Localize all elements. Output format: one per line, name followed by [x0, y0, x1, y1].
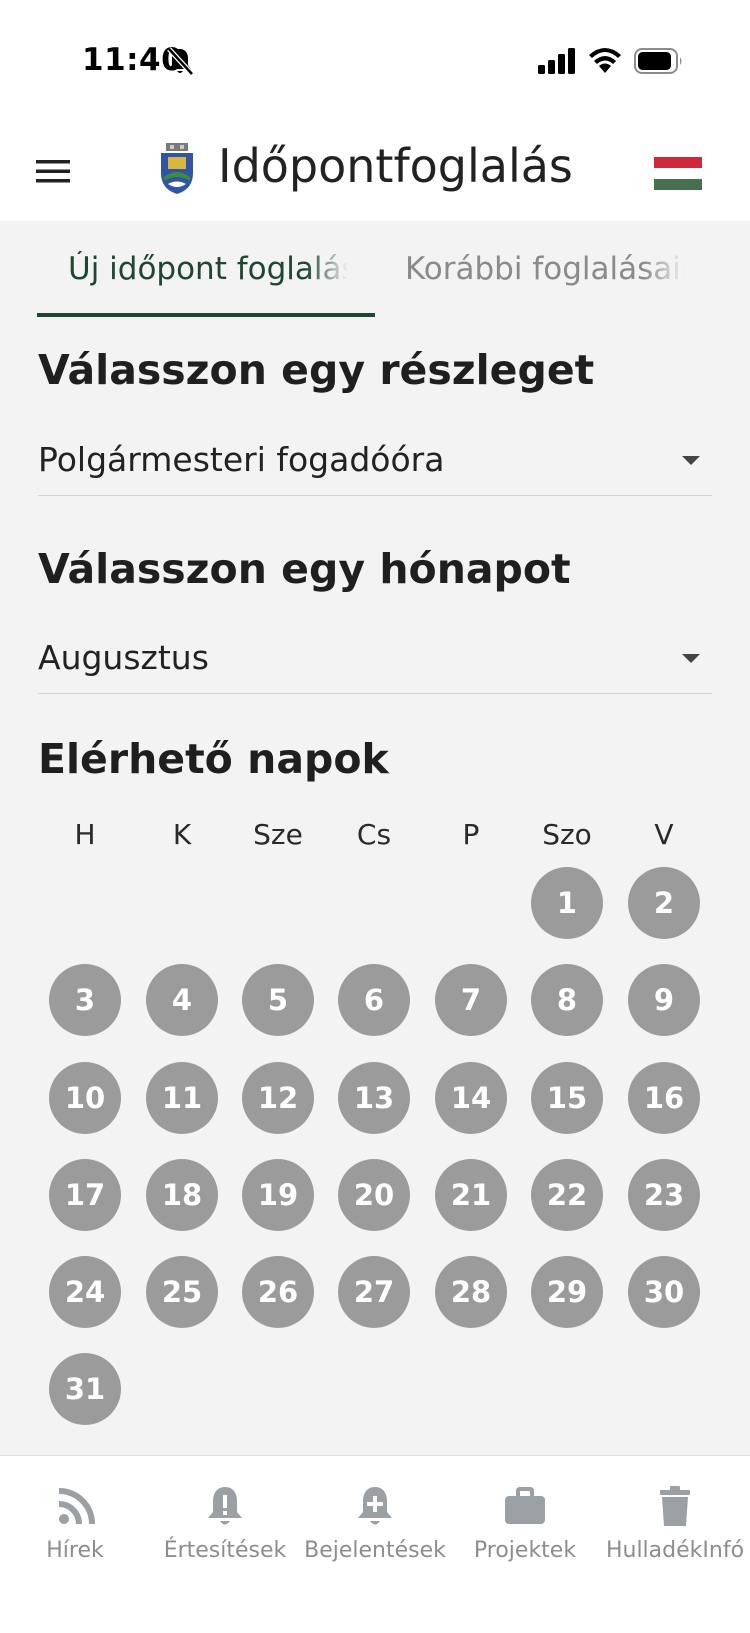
app-screen: 11:40 Időpontfoglalás Új időpont foglalá…: [0, 0, 750, 1633]
app-header: Időpontfoglalás: [0, 125, 750, 221]
tab-new-booking[interactable]: Új időpont foglalás: [68, 251, 348, 287]
wifi-icon: [589, 48, 621, 73]
hamburger-menu-icon[interactable]: [36, 157, 70, 185]
calendar-day[interactable]: 20: [338, 1159, 410, 1231]
calendar-day[interactable]: 24: [49, 1256, 121, 1328]
calendar-day[interactable]: 21: [435, 1159, 507, 1231]
calendar-day[interactable]: 14: [435, 1062, 507, 1134]
nav-label: Értesítések: [163, 1538, 287, 1563]
nav-label: HulladékInfó: [605, 1538, 745, 1563]
status-bar: 11:40: [0, 0, 750, 125]
department-heading: Válasszon egy részleget: [38, 346, 595, 394]
weekday-label: K: [172, 818, 192, 851]
cellular-signal-icon: [538, 48, 575, 74]
calendar-day[interactable]: 22: [531, 1159, 603, 1231]
department-selected-value: Polgármesteri fogadóóra: [38, 440, 445, 479]
battery-icon: [634, 48, 682, 74]
trash-icon: [660, 1486, 690, 1526]
hungarian-flag-icon[interactable]: [654, 157, 702, 190]
calendar-day[interactable]: 31: [49, 1353, 121, 1425]
nav-item-ertesitesek[interactable]: Értesítések: [150, 1456, 300, 1633]
weekday-label: H: [74, 818, 96, 851]
weekday-label: V: [654, 818, 674, 851]
calendar-day[interactable]: 18: [146, 1159, 218, 1231]
briefcase-icon: [505, 1487, 545, 1524]
dropdown-arrow-icon: [682, 456, 700, 465]
rss-icon: [58, 1488, 95, 1525]
calendar-day[interactable]: 28: [435, 1256, 507, 1328]
department-dropdown[interactable]: Polgármesteri fogadóóra: [38, 426, 712, 496]
calendar-day[interactable]: 7: [435, 964, 507, 1036]
calendar-day[interactable]: 8: [531, 964, 603, 1036]
nav-item-hulladekinfo[interactable]: HulladékInfó: [600, 1456, 750, 1633]
calendar-day[interactable]: 13: [338, 1062, 410, 1134]
nav-item-projektek[interactable]: Projektek: [450, 1456, 600, 1633]
calendar-day[interactable]: 25: [146, 1256, 218, 1328]
calendar-day[interactable]: 23: [628, 1159, 700, 1231]
calendar-day[interactable]: 17: [49, 1159, 121, 1231]
calendar-day[interactable]: 30: [628, 1256, 700, 1328]
booking-tabs: Új időpont foglalás Korábbi foglalásaim: [0, 221, 750, 319]
nav-item-hirek[interactable]: Hírek: [0, 1456, 150, 1633]
bottom-navigation: Hírek Értesítések Bejelentések Projektek…: [0, 1455, 750, 1633]
page-title: Időpontfoglalás: [218, 139, 573, 193]
tab-previous-bookings[interactable]: Korábbi foglalásaim: [405, 251, 685, 287]
calendar-day[interactable]: 5: [242, 964, 314, 1036]
nav-item-bejelentesek[interactable]: Bejelentések: [300, 1456, 450, 1633]
calendar-day[interactable]: 16: [628, 1062, 700, 1134]
calendar-day[interactable]: 11: [146, 1062, 218, 1134]
calendar-day[interactable]: 4: [146, 964, 218, 1036]
dropdown-arrow-icon: [682, 654, 700, 663]
bell-alert-icon: [208, 1487, 242, 1525]
nav-label: Hírek: [46, 1538, 104, 1563]
calendar-day[interactable]: 12: [242, 1062, 314, 1134]
calendar-day[interactable]: 15: [531, 1062, 603, 1134]
calendar-day[interactable]: 26: [242, 1256, 314, 1328]
municipal-crest-icon: [161, 143, 193, 194]
weekday-label: Sze: [253, 818, 303, 851]
month-dropdown[interactable]: Augusztus: [38, 624, 712, 694]
calendar-day[interactable]: 29: [531, 1256, 603, 1328]
weekday-label: P: [462, 818, 480, 851]
nav-label: Bejelentések: [304, 1538, 446, 1563]
weekday-label: Szo: [542, 818, 592, 851]
calendar-day[interactable]: 3: [49, 964, 121, 1036]
month-selected-value: Augusztus: [38, 638, 209, 677]
calendar-day[interactable]: 10: [49, 1062, 121, 1134]
active-tab-indicator: [37, 313, 375, 317]
weekday-label: Cs: [356, 818, 392, 851]
calendar-day[interactable]: 27: [338, 1256, 410, 1328]
available-days-heading: Elérhető napok: [38, 735, 389, 783]
calendar-day[interactable]: 9: [628, 964, 700, 1036]
bell-plus-icon: [358, 1487, 392, 1525]
calendar-day[interactable]: 1: [531, 867, 603, 939]
nav-label: Projektek: [473, 1538, 577, 1563]
calendar-day[interactable]: 19: [242, 1159, 314, 1231]
month-heading: Válasszon egy hónapot: [38, 545, 571, 593]
calendar-day[interactable]: 2: [628, 867, 700, 939]
silent-mode-icon: [167, 47, 194, 76]
calendar-day[interactable]: 6: [338, 964, 410, 1036]
